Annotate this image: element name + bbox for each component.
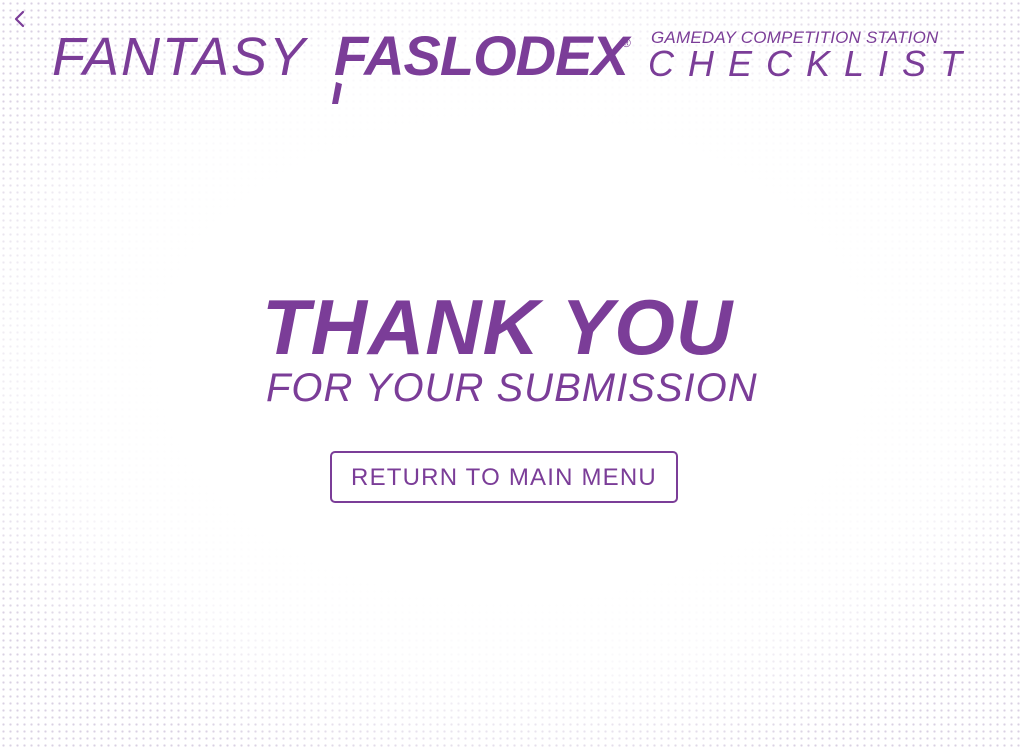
return-to-main-menu-button[interactable]: RETURN TO MAIN MENU [330, 451, 678, 503]
chevron-left-icon [14, 10, 25, 28]
registered-mark: ® [622, 36, 631, 50]
checklist-label: CHECKLIST [648, 43, 977, 84]
brand-swoosh-icon [332, 82, 342, 104]
brand-name: FASLODEX [334, 24, 629, 87]
thank-you-title: THANK YOU [262, 283, 734, 371]
back-button[interactable] [6, 6, 32, 32]
submission-subtitle: FOR YOUR SUBMISSION [266, 366, 758, 410]
brand-prefix: FANTASY [52, 27, 308, 87]
header-logo: FANTASY FASLODEX ® GAMEDAY COMPETITION S… [52, 24, 962, 110]
